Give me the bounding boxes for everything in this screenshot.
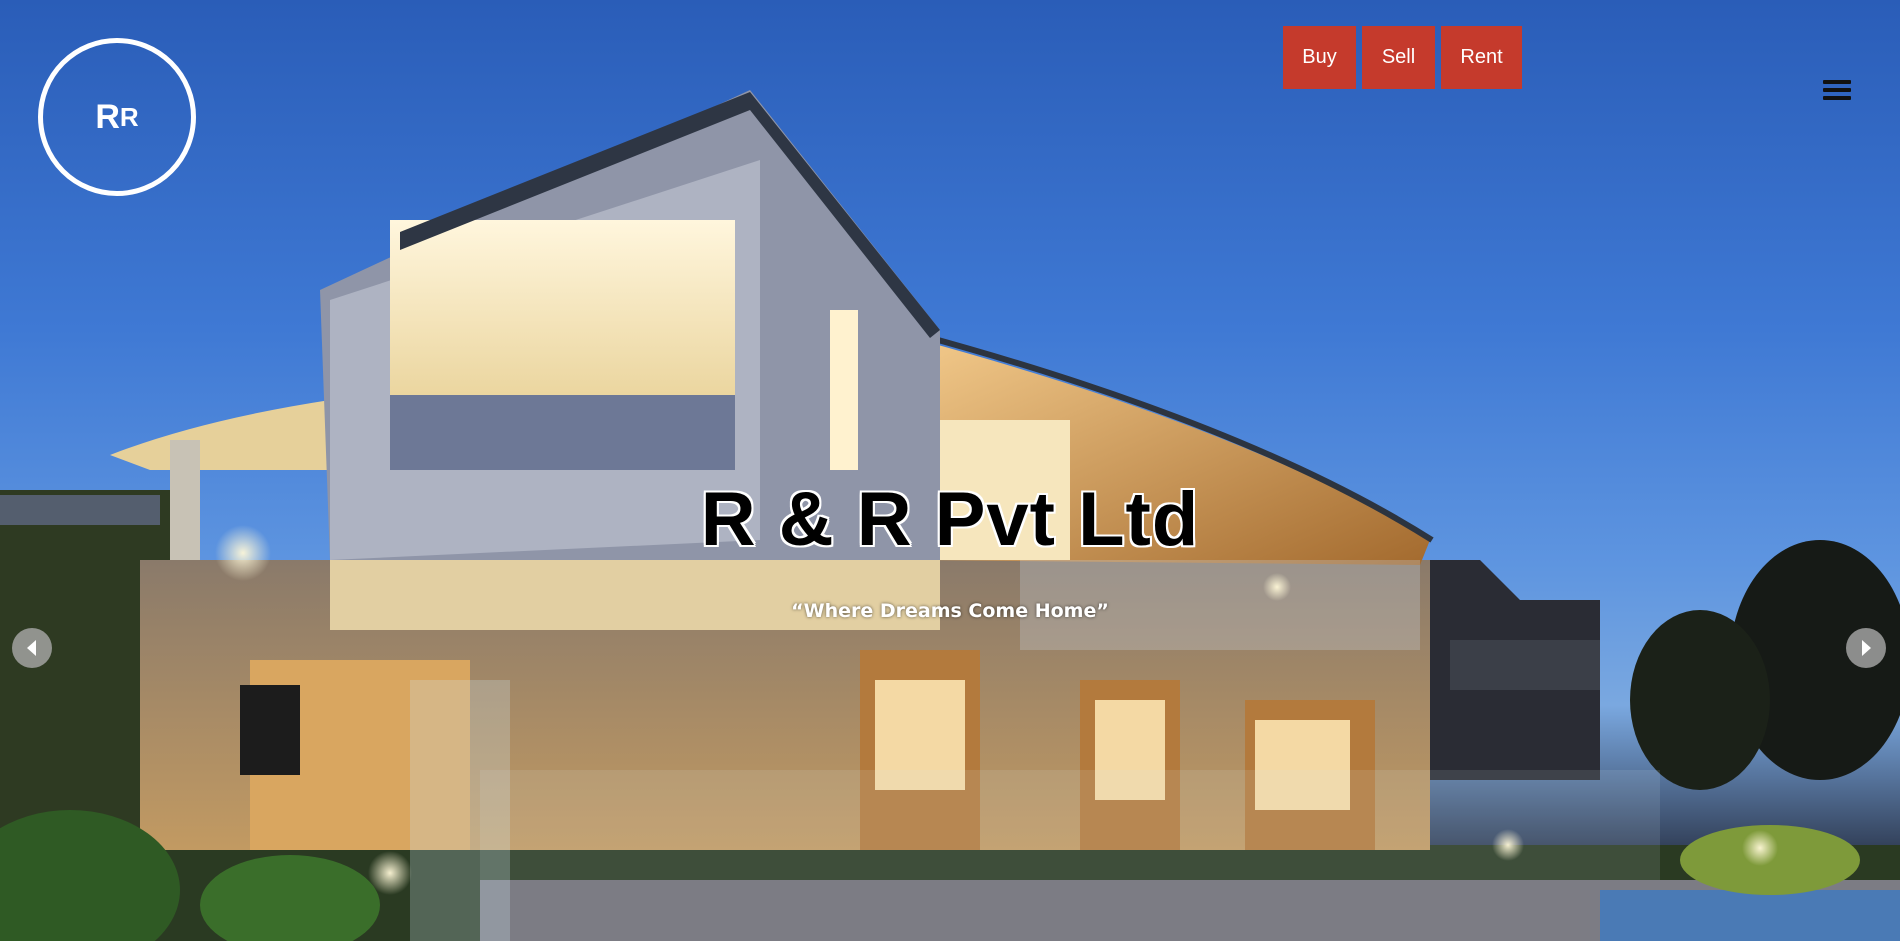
house-illustration — [0, 90, 1900, 941]
chevron-left-icon — [27, 640, 36, 656]
hero-background — [0, 0, 1900, 941]
hamburger-line — [1823, 80, 1851, 84]
sell-button[interactable]: Sell — [1362, 26, 1435, 89]
chevron-right-icon — [1862, 640, 1871, 656]
nav-buttons: Buy Sell Rent — [1283, 26, 1522, 89]
hero-title: R & R Pvt Ltd — [700, 477, 1200, 562]
hamburger-line — [1823, 96, 1851, 100]
rent-button[interactable]: Rent — [1441, 26, 1522, 89]
hamburger-line — [1823, 88, 1851, 92]
logo-letter-big: R — [95, 97, 120, 136]
carousel-prev-button[interactable] — [12, 628, 52, 668]
carousel-next-button[interactable] — [1846, 628, 1886, 668]
hamburger-icon[interactable] — [1823, 78, 1851, 104]
brand-logo[interactable]: RR — [38, 38, 196, 196]
buy-button[interactable]: Buy — [1283, 26, 1356, 89]
hero-tagline: “Where Dreams Come Home” — [791, 600, 1109, 622]
logo-letter-small: R — [119, 101, 139, 132]
